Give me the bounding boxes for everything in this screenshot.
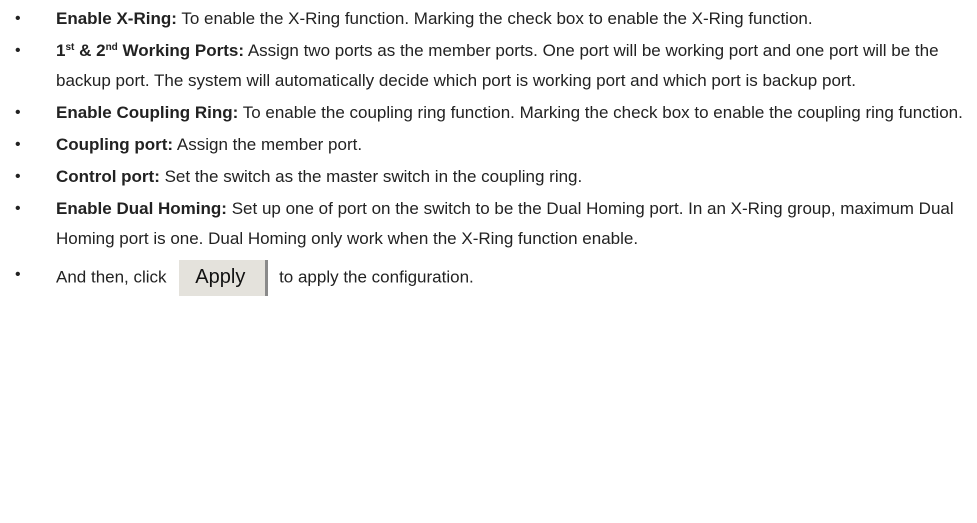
apply-button[interactable]: Apply (179, 260, 269, 296)
term-part: & 2 (74, 41, 106, 60)
bullet-icon: • (15, 10, 21, 27)
bullet-icon: • (15, 104, 21, 121)
list-item-enable-dual-homing: • Enable Dual Homing: Set up one of port… (0, 194, 977, 254)
description-text: Set the switch as the master switch in t… (164, 167, 583, 186)
superscript-nd: nd (105, 42, 118, 53)
bullet-icon: • (15, 42, 21, 59)
list-item-working-ports: • 1st & 2nd Working Ports: Assign two po… (0, 36, 977, 96)
list-item-enable-coupling-ring: • Enable Coupling Ring: To enable the co… (0, 98, 977, 128)
document-page: • Enable X-Ring: To enable the X-Ring fu… (0, 0, 977, 523)
bullet-icon: • (15, 200, 21, 217)
list-item-control-port: • Control port: Set the switch as the ma… (0, 162, 977, 192)
bullet-icon: • (15, 136, 21, 153)
list-item-coupling-port: • Coupling port: Assign the member port. (0, 130, 977, 160)
term-label: Coupling port: (56, 135, 174, 154)
bullet-icon: • (15, 266, 21, 283)
description-text: To enable the X-Ring function. Marking t… (181, 9, 813, 28)
term-label: Enable Dual Homing: (56, 199, 227, 218)
term-label: Enable Coupling Ring: (56, 103, 239, 122)
list-item-enable-x-ring: • Enable X-Ring: To enable the X-Ring fu… (0, 4, 977, 34)
apply-instruction-before: And then, click (56, 267, 167, 287)
bullet-icon: • (15, 168, 21, 185)
description-text: Assign the member port. (176, 135, 363, 154)
term-part: Working Ports: (117, 41, 245, 60)
term-label: 1st & 2nd Working Ports: (56, 41, 244, 60)
list-item-apply: • And then, click Apply to apply the con… (0, 260, 977, 296)
description-text: To enable the coupling ring function. Ma… (242, 103, 963, 122)
bullet-list: • Enable X-Ring: To enable the X-Ring fu… (0, 4, 977, 296)
term-label: Control port: (56, 167, 160, 186)
term-label: Enable X-Ring: (56, 9, 177, 28)
apply-instruction-after: to apply the configuration. (279, 267, 474, 287)
